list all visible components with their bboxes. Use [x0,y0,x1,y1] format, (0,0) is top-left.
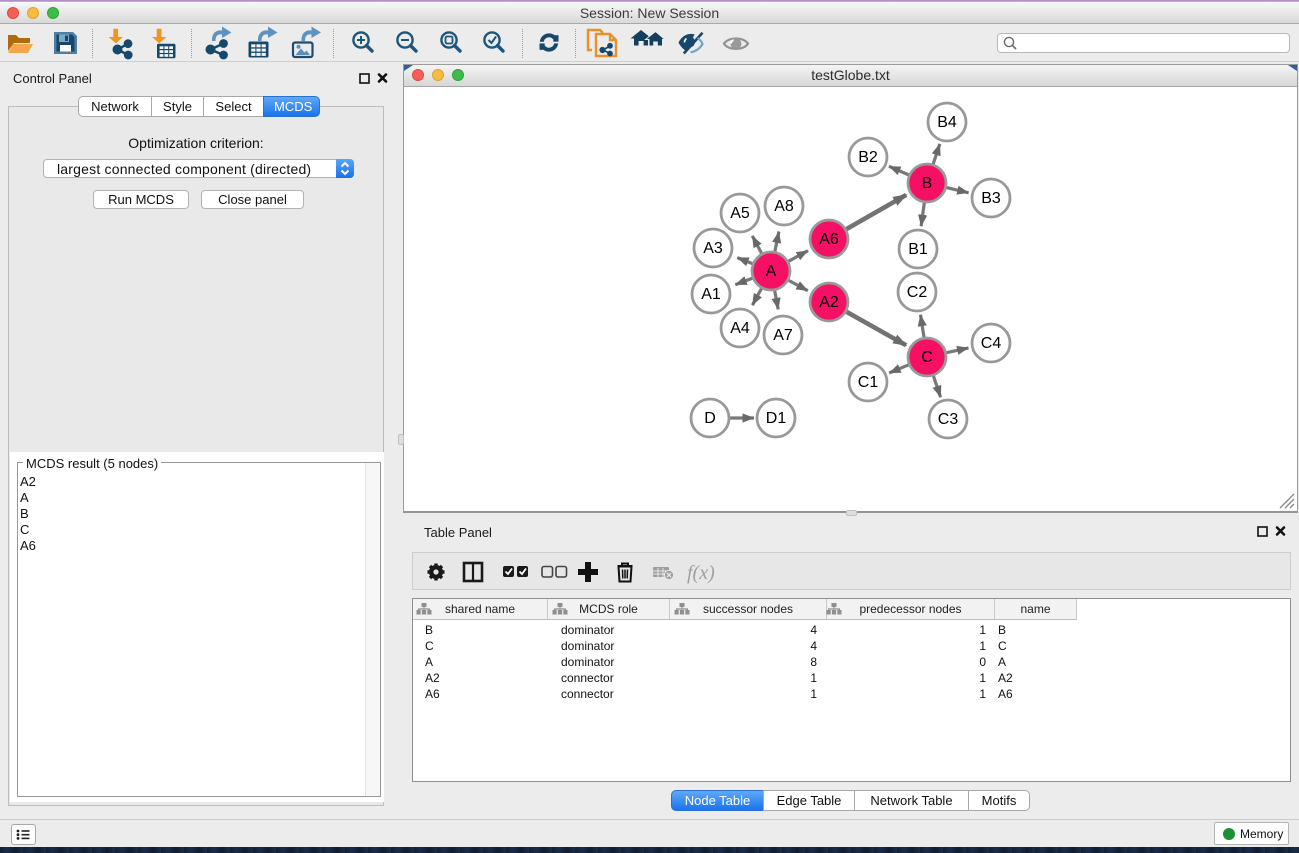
svg-text:C2: C2 [907,284,928,301]
svg-text:A5: A5 [730,205,750,222]
svg-text:f(x): f(x) [687,562,715,584]
svg-text:A1: A1 [701,286,721,303]
svg-text:A4: A4 [730,320,750,337]
svg-text:B1: B1 [908,241,928,258]
svg-text:C3: C3 [938,411,959,428]
svg-text:A3: A3 [703,240,723,257]
svg-text:B2: B2 [858,149,878,166]
svg-text:D: D [704,410,716,427]
svg-text:A6: A6 [819,231,839,248]
svg-text:C4: C4 [981,335,1002,352]
svg-text:B: B [922,175,933,192]
svg-text:A8: A8 [774,198,794,215]
svg-text:B4: B4 [937,114,957,131]
svg-text:D1: D1 [766,410,787,427]
svg-text:C1: C1 [858,374,879,391]
svg-text:A2: A2 [819,294,839,311]
svg-text:B3: B3 [981,190,1001,207]
svg-text:A7: A7 [773,327,793,344]
svg-text:A: A [766,263,777,280]
svg-text:C: C [921,349,933,366]
